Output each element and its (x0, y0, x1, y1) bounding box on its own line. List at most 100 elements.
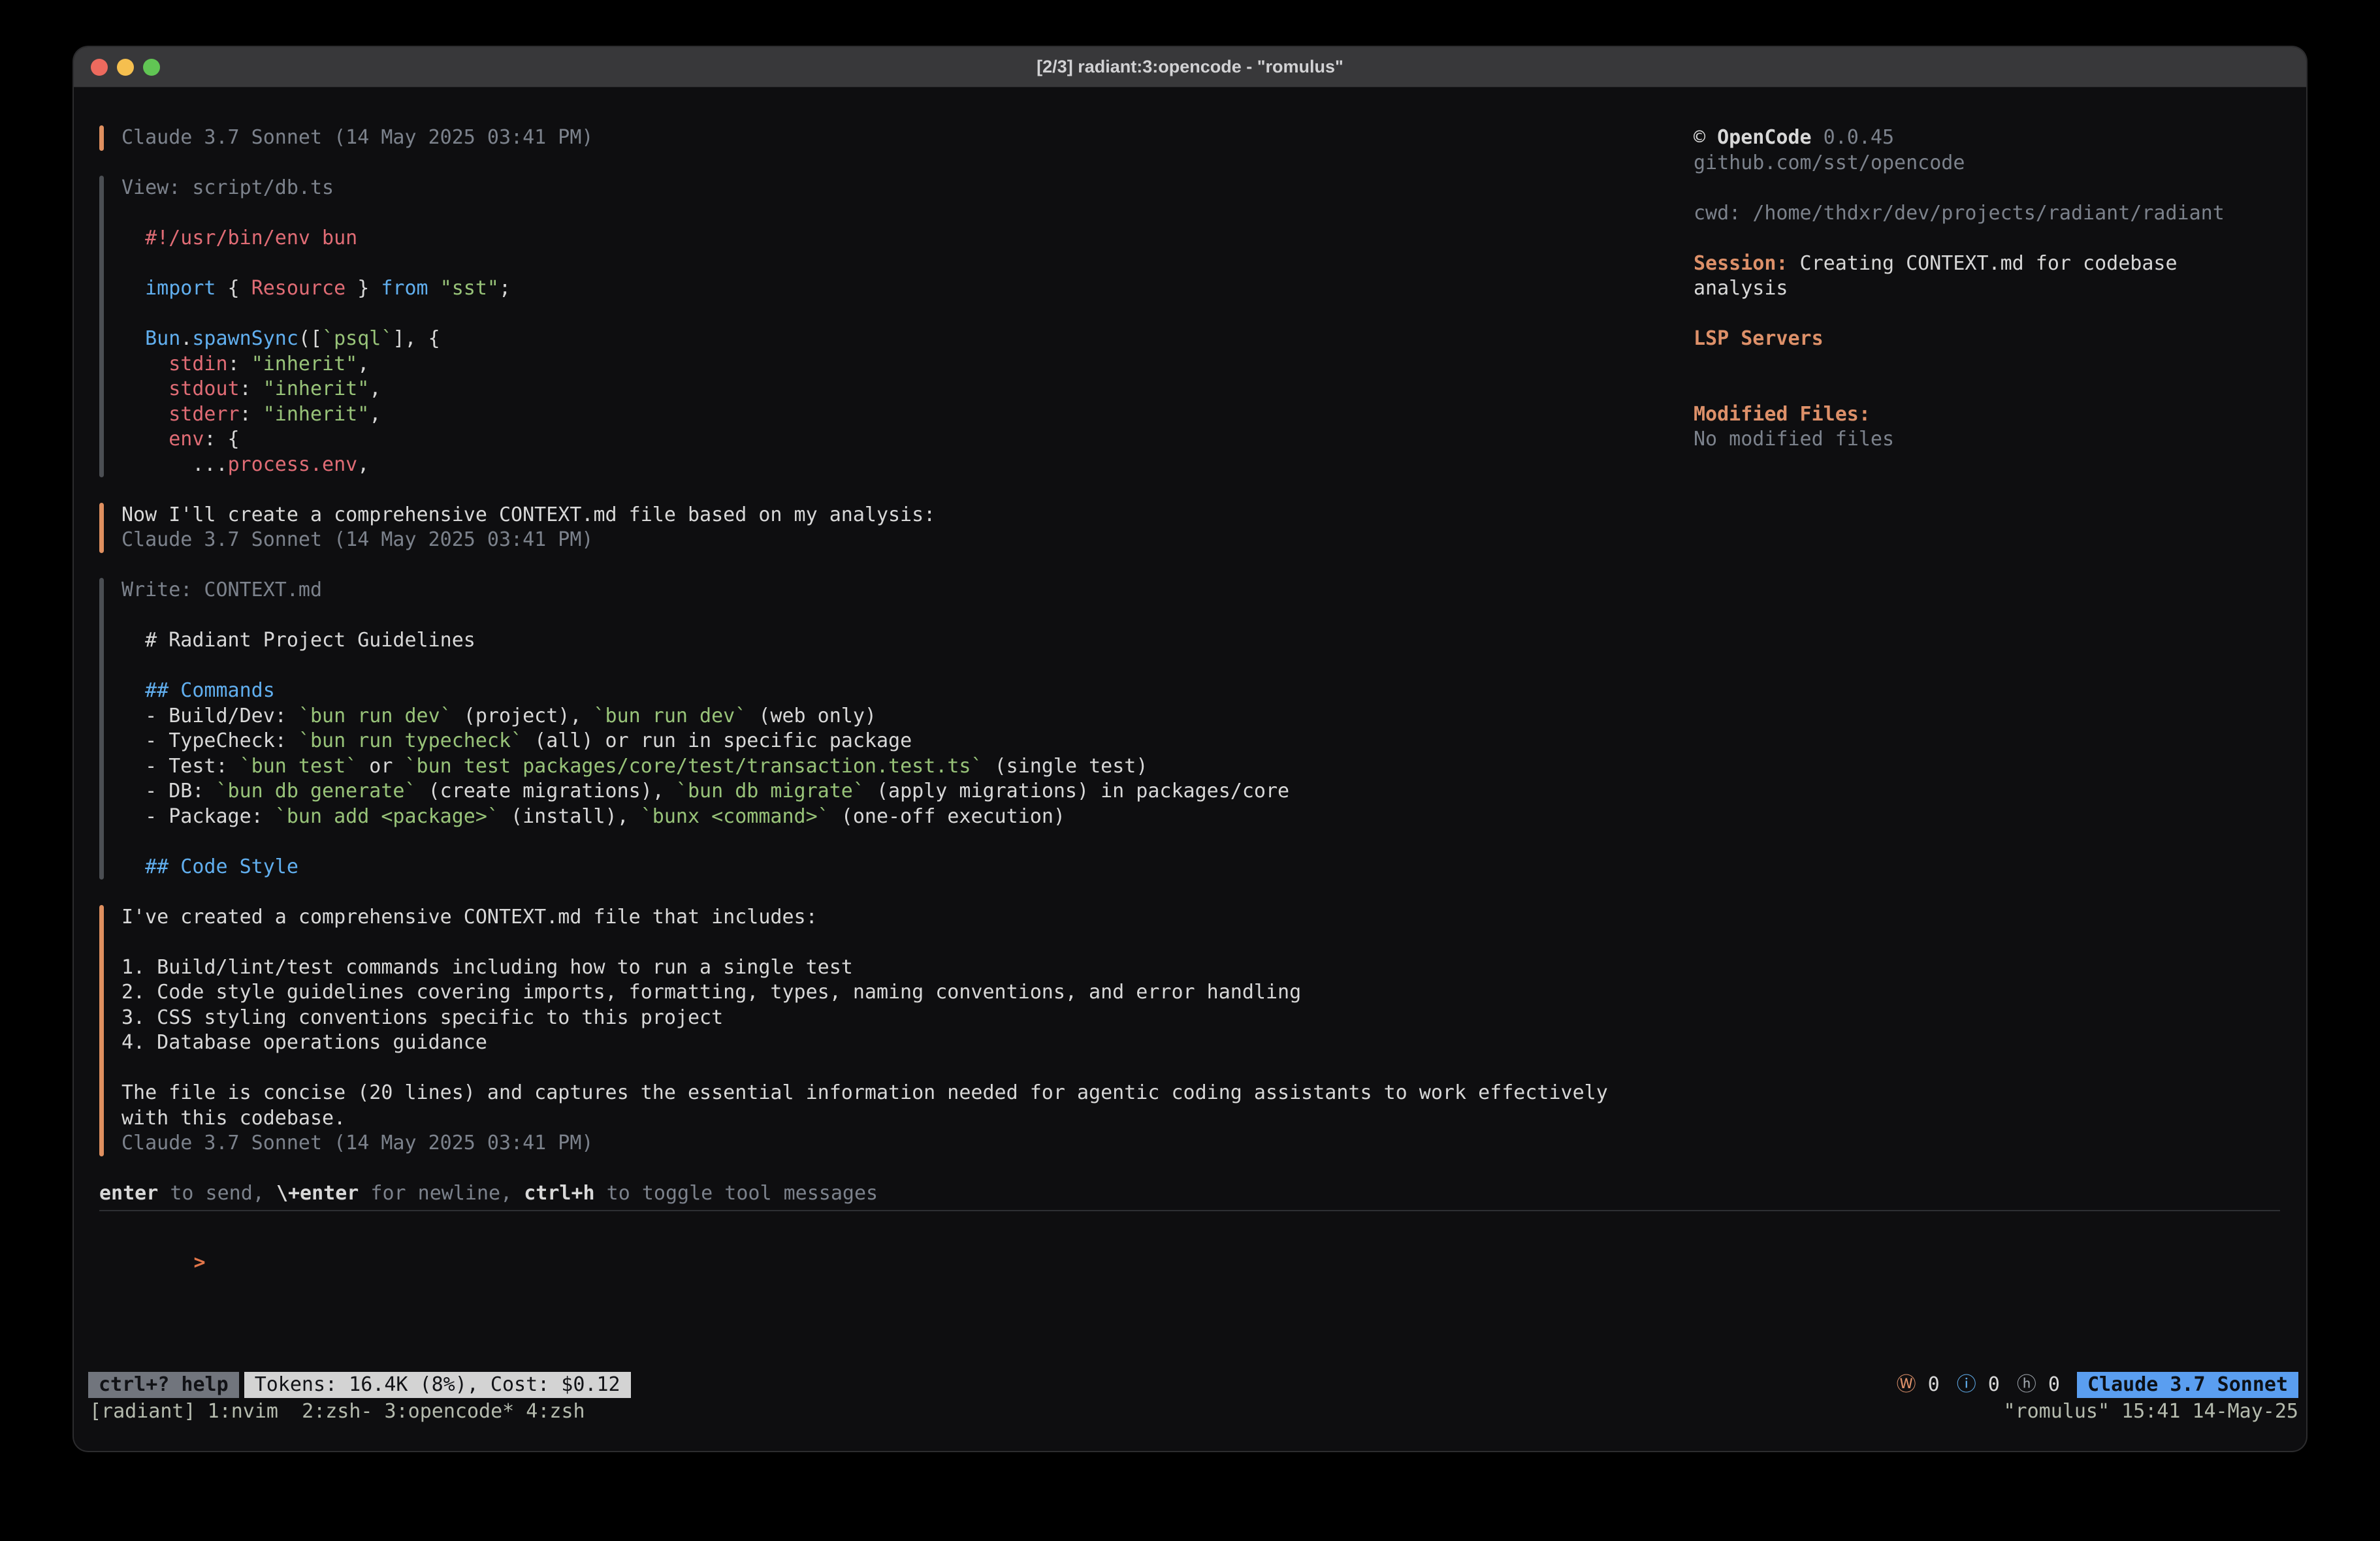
message-body: View: script/db.ts #!/usr/bin/env bun im… (104, 176, 511, 477)
text-segment: { (216, 277, 251, 300)
text-segment: `bun run dev` (594, 705, 747, 727)
tmux-window-list[interactable]: [radiant] 1:nvim 2:zsh- 3:opencode* 4:zs… (89, 1399, 585, 1425)
text-segment (121, 403, 169, 426)
text-segment: `bun db migrate` (676, 780, 865, 802)
prompt-input[interactable]: > (99, 1226, 2280, 1301)
terminal-line (121, 251, 511, 277)
terminal-line: ## Commands (121, 678, 1289, 704)
text-segment: The file is concise (20 lines) and captu… (121, 1081, 1608, 1104)
text-segment: ## Code Style (121, 855, 298, 878)
text-segment: Write: CONTEXT.md (121, 579, 322, 601)
text-segment: `bunx <command>` (641, 805, 829, 828)
text-segment: (project), (452, 705, 594, 727)
text-segment: `psql` (322, 327, 393, 350)
info-counter: ⓘ 0 (1957, 1373, 2000, 1398)
text-segment: ... (121, 453, 228, 476)
text-segment: ([ (298, 327, 322, 350)
tmux-session-info: "romulus" 15:41 14-May-25 (2003, 1399, 2298, 1425)
message-body: Now I'll create a comprehensive CONTEXT.… (104, 503, 935, 553)
minimize-button[interactable] (117, 59, 134, 76)
message-accent-bar (99, 176, 104, 477)
message-accent-bar (99, 503, 104, 553)
text-segment: /home/thdxr/dev/projects/radiant/radiant (1752, 202, 2224, 225)
text-segment: `bun add <package>` (275, 805, 499, 828)
text-segment: (all) or run in specific package (523, 729, 912, 752)
text-segment: (web only) (747, 705, 876, 727)
terminal-line: # Radiant Project Guidelines (121, 628, 1289, 654)
terminal-line: 2. Code style guidelines covering import… (121, 980, 1608, 1006)
text-segment: "inherit" (263, 377, 370, 400)
text-segment: stderr (169, 403, 239, 426)
text-segment: Creating CONTEXT.md for codebase (1788, 252, 2178, 275)
text-segment: process.env (228, 453, 358, 476)
text-segment: (install), (499, 805, 641, 828)
text-segment: - Build/Dev: (121, 705, 298, 727)
text-segment: 0.0.45 (1812, 126, 1894, 149)
terminal-line: © OpenCode 0.0.45 (1694, 125, 2301, 151)
terminal-content: Claude 3.7 Sonnet (14 May 2025 03:41 PM)… (74, 88, 2306, 1451)
text-segment: © (1694, 126, 1717, 149)
terminal-line: No modified files (1694, 427, 2301, 453)
text-segment: - TypeCheck: (121, 729, 298, 752)
window-title: [2/3] radiant:3:opencode - "romulus" (1037, 57, 1343, 77)
text-segment: I've created a comprehensive CONTEXT.md … (121, 906, 818, 929)
terminal-line: github.com/sst/opencode (1694, 151, 2301, 176)
terminal-line: Write: CONTEXT.md (121, 578, 1289, 603)
terminal-line: Session: Creating CONTEXT.md for codebas… (1694, 251, 2301, 277)
window-controls (91, 47, 160, 87)
text-segment: , (357, 353, 369, 375)
terminal-line (1694, 176, 2301, 201)
message-accent-bar (99, 125, 104, 151)
text-segment: 4. Database operations guidance (121, 1031, 487, 1054)
terminal-line: - TypeCheck: `bun run typecheck` (all) o… (121, 729, 1289, 754)
warnings-count: 0 (1916, 1373, 1940, 1396)
text-segment: to send, (158, 1182, 276, 1205)
terminal-line: LSP Servers (1694, 326, 2301, 352)
text-segment: : (228, 353, 251, 375)
zoom-button[interactable] (143, 59, 160, 76)
terminal-line (121, 603, 1289, 629)
text-segment: \+enter (276, 1182, 359, 1205)
text-segment: Bun (145, 327, 180, 350)
text-segment: LSP Servers (1694, 327, 1824, 350)
text-segment: ], { (393, 327, 440, 350)
text-segment: (create migrations), (417, 780, 676, 802)
terminal-line (1694, 226, 2301, 251)
text-segment: , (357, 453, 369, 476)
text-segment: "sst" (440, 277, 499, 300)
text-segment: Claude 3.7 Sonnet (14 May 2025 03:41 PM) (121, 528, 593, 551)
warnings-counter: Ⓦ 0 (1897, 1373, 1940, 1398)
text-segment: `bun test packages/core/test/transaction… (405, 755, 983, 778)
message-block-orange: I've created a comprehensive CONTEXT.md … (99, 905, 2280, 1156)
titlebar: [2/3] radiant:3:opencode - "romulus" (74, 47, 2306, 87)
close-button[interactable] (91, 59, 108, 76)
text-segment: "inherit" (251, 353, 358, 375)
message-block-gray: Write: CONTEXT.md # Radiant Project Guid… (99, 578, 2280, 880)
terminal-line: I've created a comprehensive CONTEXT.md … (121, 905, 1608, 930)
terminal-line: Claude 3.7 Sonnet (14 May 2025 03:41 PM) (121, 125, 593, 151)
text-segment: or (357, 755, 404, 778)
text-segment: Modified Files: (1694, 403, 1871, 426)
text-segment: github.com/sst/opencode (1694, 151, 1965, 174)
text-segment: from (381, 277, 428, 300)
text-segment: `bun run typecheck` (298, 729, 523, 752)
terminal-line: #!/usr/bin/env bun (121, 226, 511, 251)
terminal-line: env: { (121, 427, 511, 453)
text-segment: , (369, 377, 381, 400)
diagnostics: Ⓦ 0ⓘ 0ⓗ 0 (1897, 1373, 2060, 1398)
text-segment: 1. Build/lint/test commands including ho… (121, 956, 853, 979)
text-segment: ctrl+h (524, 1182, 594, 1205)
text-segment: Resource (251, 277, 346, 300)
hints-count: 0 (2036, 1373, 2060, 1396)
tmux-status-bar: [radiant] 1:nvim 2:zsh- 3:opencode* 4:zs… (89, 1399, 2298, 1425)
text-segment: Session: (1694, 252, 1788, 275)
text-segment: (one-off execution) (829, 805, 1065, 828)
terminal-line (121, 930, 1608, 955)
terminal-line (1694, 352, 2301, 377)
info-icon: ⓘ (1957, 1373, 1976, 1396)
hints-counter: ⓗ 0 (2017, 1373, 2060, 1398)
text-segment: "inherit" (263, 403, 370, 426)
text-segment: #!/usr/bin/env bun (121, 227, 357, 249)
text-segment: (apply migrations) in packages/core (865, 780, 1289, 802)
text-segment: # Radiant Project Guidelines (121, 629, 475, 652)
